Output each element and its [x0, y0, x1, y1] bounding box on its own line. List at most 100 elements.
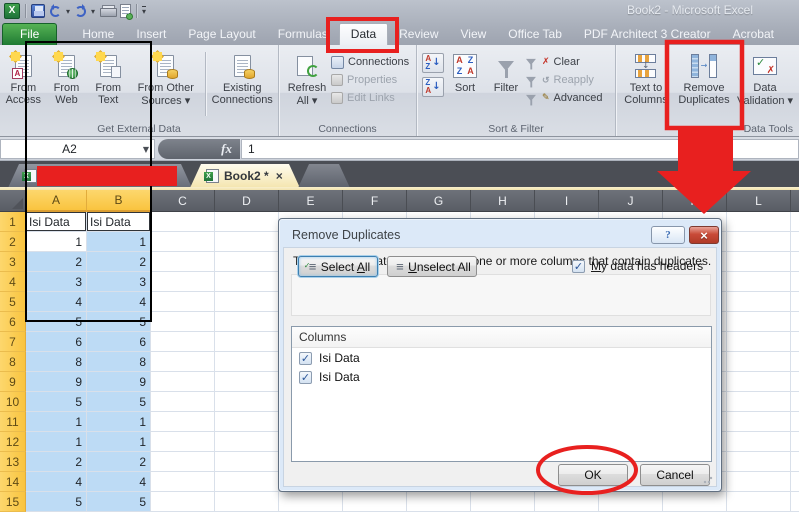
- row-header-7[interactable]: 7: [0, 332, 26, 352]
- cell-clipped[interactable]: [791, 252, 799, 272]
- cell-C1[interactable]: [151, 212, 215, 232]
- data-validation-button[interactable]: ✓ ✗ Data Validation ▾: [736, 48, 794, 120]
- tab-page-layout[interactable]: Page Layout: [177, 24, 266, 45]
- row-header-12[interactable]: 12: [0, 432, 26, 452]
- row-header-8[interactable]: 8: [0, 352, 26, 372]
- cell-B1[interactable]: Isi Data: [87, 212, 151, 232]
- advanced-filter-button[interactable]: ✎ Advanced: [526, 90, 602, 106]
- cell-D10[interactable]: [215, 392, 279, 412]
- name-box-dropdown-icon[interactable]: ▼: [138, 145, 154, 154]
- column-header-F[interactable]: F: [343, 190, 407, 212]
- cell-clipped[interactable]: [791, 452, 799, 472]
- tab-acrobat[interactable]: Acrobat: [722, 24, 785, 45]
- customize-qat-icon[interactable]: ▾: [142, 6, 147, 16]
- cell-C15[interactable]: [151, 492, 215, 512]
- cell-L10[interactable]: [727, 392, 791, 412]
- column-checkbox[interactable]: ✓: [299, 370, 312, 384]
- cell-F15[interactable]: [343, 492, 407, 512]
- cell-I15[interactable]: [535, 492, 599, 512]
- cell-A6[interactable]: 5: [26, 312, 87, 332]
- cell-D5[interactable]: [215, 292, 279, 312]
- column-header-D[interactable]: D: [215, 190, 279, 212]
- cell-clipped[interactable]: [791, 372, 799, 392]
- column-header-I[interactable]: I: [535, 190, 599, 212]
- cell-C3[interactable]: [151, 252, 215, 272]
- row-header-9[interactable]: 9: [0, 372, 26, 392]
- cell-A9[interactable]: 9: [26, 372, 87, 392]
- from-other-sources-button[interactable]: From Other Sources ▾: [129, 48, 202, 120]
- select-all-corner[interactable]: [0, 190, 26, 212]
- sheet-tab-book2[interactable]: Book2 * ×: [190, 164, 300, 188]
- tab-formulas[interactable]: Formulas: [267, 24, 339, 45]
- cell-B13[interactable]: 2: [87, 452, 151, 472]
- sort-z-to-a-button[interactable]: ZA ↓: [422, 77, 444, 97]
- name-box[interactable]: A2 ▼: [0, 139, 155, 159]
- cell-clipped[interactable]: [791, 232, 799, 252]
- cell-clipped[interactable]: [791, 472, 799, 492]
- close-button[interactable]: ×: [689, 226, 719, 244]
- row-header-6[interactable]: 6: [0, 312, 26, 332]
- cell-B2[interactable]: 1: [87, 232, 151, 252]
- redo-icon[interactable]: [75, 3, 87, 17]
- cell-C12[interactable]: [151, 432, 215, 452]
- cell-C6[interactable]: [151, 312, 215, 332]
- column-header-E[interactable]: E: [279, 190, 343, 212]
- cell-D9[interactable]: [215, 372, 279, 392]
- cell-L7[interactable]: [727, 332, 791, 352]
- my-data-has-headers-checkbox[interactable]: ✓: [572, 259, 585, 273]
- column-header-J[interactable]: J: [599, 190, 663, 212]
- cell-A5[interactable]: 4: [26, 292, 87, 312]
- filter-button[interactable]: Filter: [486, 48, 526, 120]
- cell-D11[interactable]: [215, 412, 279, 432]
- cell-B6[interactable]: 5: [87, 312, 151, 332]
- sort-a-to-z-button[interactable]: AZ ↓: [422, 53, 444, 73]
- cancel-button[interactable]: Cancel: [640, 464, 710, 486]
- cell-A15[interactable]: 5: [26, 492, 87, 512]
- column-header-C[interactable]: C: [151, 190, 215, 212]
- tab-review[interactable]: Review: [388, 24, 449, 45]
- save-icon[interactable]: [31, 4, 45, 18]
- connections-button[interactable]: Connections: [331, 54, 409, 70]
- cell-L13[interactable]: [727, 452, 791, 472]
- row-header-4[interactable]: 4: [0, 272, 26, 292]
- cell-B15[interactable]: 5: [87, 492, 151, 512]
- cell-H15[interactable]: [471, 492, 535, 512]
- cell-L5[interactable]: [727, 292, 791, 312]
- column-list-item[interactable]: ✓ Isi Data: [292, 348, 711, 367]
- cell-A10[interactable]: 5: [26, 392, 87, 412]
- cell-B7[interactable]: 6: [87, 332, 151, 352]
- cell-B9[interactable]: 9: [87, 372, 151, 392]
- tab-insert[interactable]: Insert: [125, 24, 177, 45]
- row-header-11[interactable]: 11: [0, 412, 26, 432]
- cell-C9[interactable]: [151, 372, 215, 392]
- cell-A1[interactable]: Isi Data: [26, 212, 87, 232]
- tab-view[interactable]: View: [450, 24, 498, 45]
- row-header-14[interactable]: 14: [0, 472, 26, 492]
- cell-B11[interactable]: 1: [87, 412, 151, 432]
- cell-C4[interactable]: [151, 272, 215, 292]
- column-header-K[interactable]: K: [663, 190, 727, 212]
- select-all-button[interactable]: Select All: [298, 256, 378, 277]
- column-header-clipped[interactable]: [791, 190, 799, 212]
- cell-L15[interactable]: [727, 492, 791, 512]
- cell-D8[interactable]: [215, 352, 279, 372]
- cell-clipped[interactable]: [791, 332, 799, 352]
- refresh-all-button[interactable]: Refresh All ▾: [283, 48, 331, 120]
- cell-B10[interactable]: 5: [87, 392, 151, 412]
- cell-A7[interactable]: 6: [26, 332, 87, 352]
- cell-B12[interactable]: 1: [87, 432, 151, 452]
- column-header-G[interactable]: G: [407, 190, 471, 212]
- row-header-1[interactable]: 1: [0, 212, 26, 232]
- undo-dropdown-icon[interactable]: ▾: [66, 7, 70, 16]
- cell-D2[interactable]: [215, 232, 279, 252]
- cell-clipped[interactable]: [791, 212, 799, 232]
- cell-D1[interactable]: [215, 212, 279, 232]
- help-button[interactable]: ?: [651, 226, 685, 244]
- cell-C5[interactable]: [151, 292, 215, 312]
- cell-C8[interactable]: [151, 352, 215, 372]
- cell-L8[interactable]: [727, 352, 791, 372]
- cell-A12[interactable]: 1: [26, 432, 87, 452]
- cell-D7[interactable]: [215, 332, 279, 352]
- cell-C14[interactable]: [151, 472, 215, 492]
- cell-C2[interactable]: [151, 232, 215, 252]
